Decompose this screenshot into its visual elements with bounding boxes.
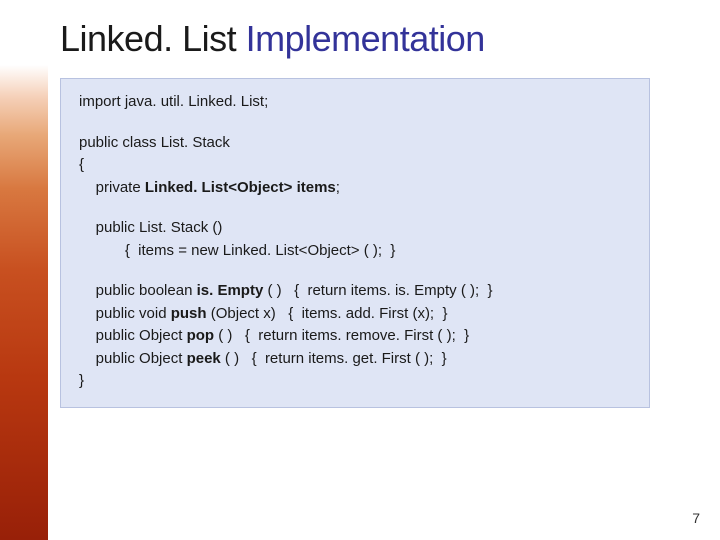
title-text-main: Linked. List (60, 18, 246, 59)
code-line: public List. Stack () (79, 217, 631, 240)
code-line: public class List. Stack (79, 132, 631, 155)
code-line: } (79, 370, 631, 393)
title-text-highlight: Implementation (246, 18, 485, 59)
page-number: 7 (692, 510, 700, 526)
code-line: public Object peek ( ) { return items. g… (79, 348, 631, 371)
blank-line (79, 199, 631, 217)
code-line: private Linked. List<Object> items; (79, 177, 631, 200)
code-bold: push (171, 305, 207, 322)
code-line: { items = new Linked. List<Object> ( ); … (79, 240, 631, 263)
code-line: public boolean is. Empty ( ) { return it… (79, 280, 631, 303)
code-line: import java. util. Linked. List; (79, 91, 631, 114)
code-bold: is. Empty (197, 282, 264, 299)
code-bold: peek (187, 350, 221, 367)
code-line: { (79, 154, 631, 177)
slide-content: Linked. List Implementation import java.… (60, 18, 690, 408)
blank-line (79, 114, 631, 132)
code-bold: Linked. List<Object> items (145, 179, 336, 196)
code-line: public Object pop ( ) { return items. re… (79, 325, 631, 348)
slide-title: Linked. List Implementation (60, 18, 690, 60)
code-bold: pop (187, 327, 215, 344)
code-box: import java. util. Linked. List; public … (60, 78, 650, 408)
left-accent-bar (0, 0, 48, 540)
code-line: public void push (Object x) { items. add… (79, 303, 631, 326)
blank-line (79, 262, 631, 280)
